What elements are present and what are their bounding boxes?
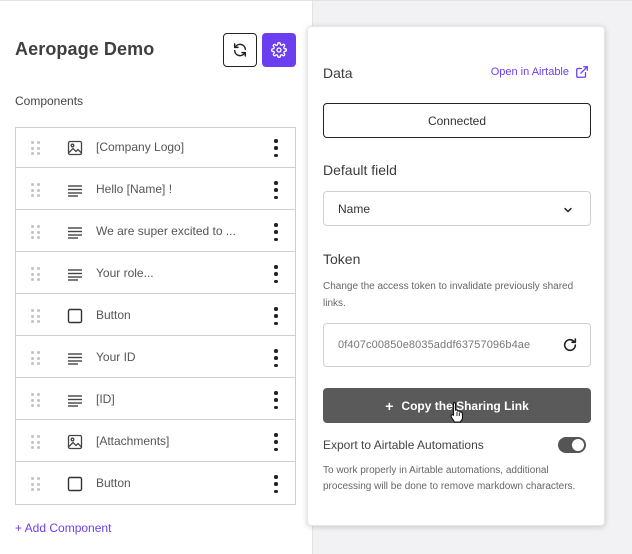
component-item[interactable]: Button [16, 464, 295, 504]
open-in-airtable-label: Open in Airtable [490, 66, 569, 78]
page-title: Aeropage Demo [15, 39, 155, 59]
component-item[interactable]: Button [16, 296, 295, 336]
copy-sharing-link-label: Copy the Sharing Link [401, 398, 529, 413]
drag-handle-icon[interactable] [31, 225, 41, 239]
component-label: Your ID [96, 350, 136, 364]
more-options-icon[interactable] [272, 475, 280, 493]
default-field-value: Name [338, 201, 371, 216]
plus-icon: + [385, 397, 394, 414]
gear-icon [271, 42, 287, 58]
regenerate-token-icon[interactable] [562, 337, 578, 353]
more-options-icon[interactable] [272, 181, 280, 199]
drag-handle-icon[interactable] [31, 435, 41, 449]
component-item[interactable]: Your ID [16, 338, 295, 378]
more-options-icon[interactable] [272, 139, 280, 157]
component-label: Hello [Name] ! [96, 182, 173, 196]
default-field-select[interactable]: Name [323, 191, 591, 226]
component-item[interactable]: Your role... [16, 254, 295, 294]
text-lines-icon [68, 269, 82, 281]
text-lines-icon [68, 395, 82, 407]
add-component-link[interactable]: + Add Component [15, 521, 111, 535]
drag-handle-icon[interactable] [31, 477, 41, 491]
more-options-icon[interactable] [272, 265, 280, 283]
text-lines-icon [68, 353, 82, 365]
components-label: Components [15, 94, 84, 108]
image-icon [67, 434, 83, 450]
export-help-text: To work properly in Airtable automations… [323, 465, 576, 492]
external-link-icon [576, 66, 588, 78]
more-options-icon[interactable] [272, 307, 280, 325]
component-item[interactable]: Hello [Name] ! [16, 170, 295, 210]
chevron-down-icon [564, 207, 572, 213]
checkbox-square-icon [67, 476, 83, 492]
data-heading: Data [323, 65, 353, 81]
component-label: Your role... [96, 266, 154, 280]
text-lines-icon [68, 185, 82, 197]
settings-popover: Data Open in Airtable Connected Default … [307, 26, 605, 526]
refresh-icon [233, 43, 247, 57]
drag-handle-icon[interactable] [31, 309, 41, 323]
token-help-text: Change the access token to invalidate pr… [323, 281, 574, 309]
more-options-icon[interactable] [272, 223, 280, 241]
component-label: [Company Logo] [96, 140, 185, 154]
component-label: [ID] [96, 392, 115, 406]
token-value: 0f407c00850e8035addf63757096b4ae [338, 339, 531, 351]
component-item[interactable]: [Company Logo] [16, 128, 295, 168]
component-label: [Attachments] [96, 434, 170, 448]
more-options-icon[interactable] [272, 391, 280, 409]
component-item[interactable]: [ID] [16, 380, 295, 420]
open-in-airtable-link[interactable]: Open in Airtable [491, 65, 589, 79]
component-label: Button [96, 308, 131, 322]
component-label: We are super excited to ... [96, 224, 236, 238]
hand-cursor-icon [450, 401, 464, 423]
checkbox-square-icon [67, 308, 83, 324]
default-field-heading: Default field [323, 162, 397, 178]
more-options-icon[interactable] [272, 349, 280, 367]
drag-handle-icon[interactable] [31, 141, 41, 155]
drag-handle-icon[interactable] [31, 393, 41, 407]
component-list: [Company Logo] Hello [Name] ! We are sup… [15, 127, 296, 505]
export-automations-label: Export to Airtable Automations [323, 438, 484, 452]
settings-button[interactable] [262, 33, 296, 67]
drag-handle-icon[interactable] [31, 183, 41, 197]
token-field[interactable]: 0f407c00850e8035addf63757096b4ae [323, 323, 591, 367]
drag-handle-icon[interactable] [31, 267, 41, 281]
refresh-button[interactable] [223, 33, 257, 67]
drag-handle-icon[interactable] [31, 351, 41, 365]
text-lines-icon [68, 227, 82, 239]
image-icon [67, 140, 83, 156]
component-item[interactable]: We are super excited to ... [16, 212, 295, 252]
component-item[interactable]: [Attachments] [16, 422, 295, 462]
component-label: Button [96, 476, 131, 490]
editor-panel: Aeropage Demo Components [Company Logo] … [0, 0, 312, 554]
connected-button[interactable]: Connected [323, 103, 591, 138]
export-automations-toggle[interactable] [558, 437, 586, 453]
more-options-icon[interactable] [272, 433, 280, 451]
token-heading: Token [323, 251, 361, 267]
